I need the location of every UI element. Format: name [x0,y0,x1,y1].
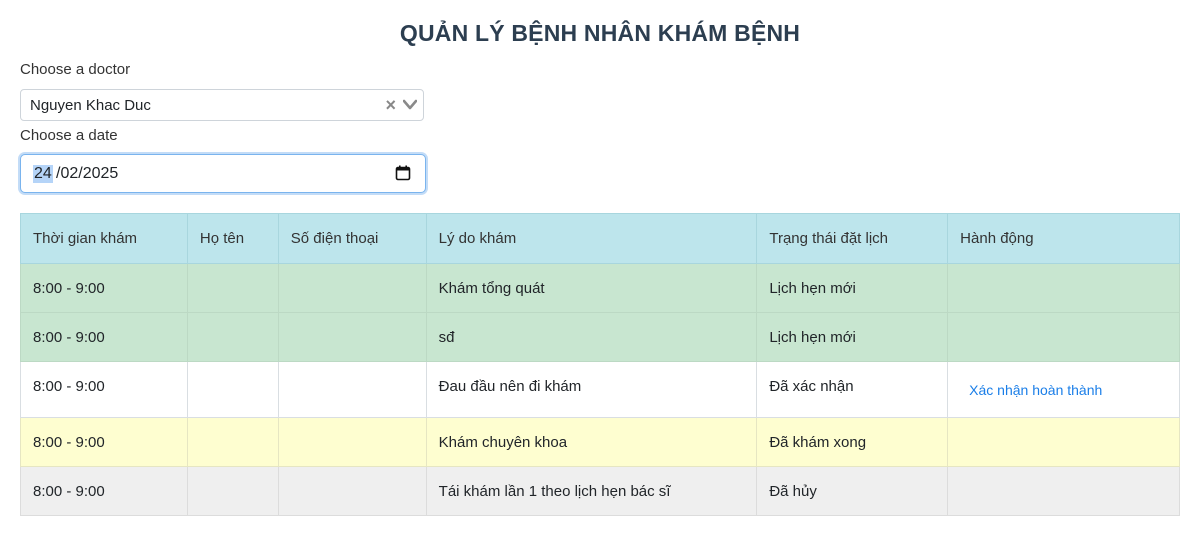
doctor-label: Choose a doctor [20,61,131,78]
cell-time: 8:00 - 9:00 [20,466,188,516]
cell-name [186,263,279,313]
cell-time: 8:00 - 9:00 [20,263,188,313]
cell-action [947,263,1180,313]
cell-status: Đã xác nhận [756,361,949,418]
cell-phone [277,417,427,467]
cell-time: 8:00 - 9:00 [20,417,188,467]
header-action: Hành động [947,213,1180,264]
chevron-down-icon[interactable] [403,99,417,111]
cell-reason: sđ [425,312,758,362]
cell-time: 8:00 - 9:00 [20,312,188,362]
cell-reason: Tái khám lần 1 theo lịch hẹn bác sĩ [425,466,758,516]
cell-status: Lịch hẹn mới [756,263,949,313]
confirm-complete-button[interactable]: Xác nhận hoàn thành [969,382,1102,398]
cell-name [186,312,279,362]
header-time: Thời gian khám [20,213,188,264]
cell-phone [277,312,427,362]
close-icon[interactable]: × [385,95,396,115]
cell-status: Đã khám xong [756,417,949,467]
cell-name [186,417,279,467]
header-status: Trạng thái đặt lịch [756,213,949,264]
cell-action [947,417,1180,467]
cell-status: Đã hủy [756,466,949,516]
cell-time: 8:00 - 9:00 [20,361,188,418]
date-input[interactable]: 24 /02/2025 [20,154,426,193]
page-title: QUẢN LÝ BỆNH NHÂN KHÁM BỆNH [399,20,801,46]
appointments-table: Thời gian khám Họ tên Số điện thoại Lý d… [20,213,1180,516]
cell-action [947,466,1180,516]
cell-action: Xác nhận hoàn thành [947,361,1180,418]
table-header-row: Thời gian khám Họ tên Số điện thoại Lý d… [20,213,1180,264]
cell-phone [277,361,427,418]
cell-name [186,361,279,418]
cell-reason: Khám tổng quát [425,263,758,313]
cell-status: Lịch hẹn mới [756,312,949,362]
doctor-select-value: Nguyen Khac Duc [30,97,151,114]
cell-reason: Đau đầu nên đi khám [425,361,758,418]
cell-name [186,466,279,516]
header-reason: Lý do khám [425,213,758,264]
table-row: 8:00 - 9:00 sđ Lịch hẹn mới [20,312,1180,362]
header-phone: Số điện thoại [277,213,427,264]
date-month-year[interactable]: /02/2025 [56,165,118,183]
header-name: Họ tên [186,213,279,264]
table-row: 8:00 - 9:00 Khám chuyên khoa Đã khám xon… [20,417,1180,467]
calendar-icon[interactable] [395,165,411,181]
doctor-select[interactable]: Nguyen Khac Duc × [20,89,424,121]
date-day-segment[interactable]: 24 [33,165,53,183]
table-row: 8:00 - 9:00 Tái khám lần 1 theo lịch hẹn… [20,466,1180,516]
table-row: 8:00 - 9:00 Khám tổng quát Lịch hẹn mới [20,263,1180,313]
table-row: 8:00 - 9:00 Đau đầu nên đi khám Đã xác n… [20,361,1180,418]
cell-phone [277,263,427,313]
cell-action [947,312,1180,362]
cell-phone [277,466,427,516]
cell-reason: Khám chuyên khoa [425,417,758,467]
date-label: Choose a date [20,127,118,144]
